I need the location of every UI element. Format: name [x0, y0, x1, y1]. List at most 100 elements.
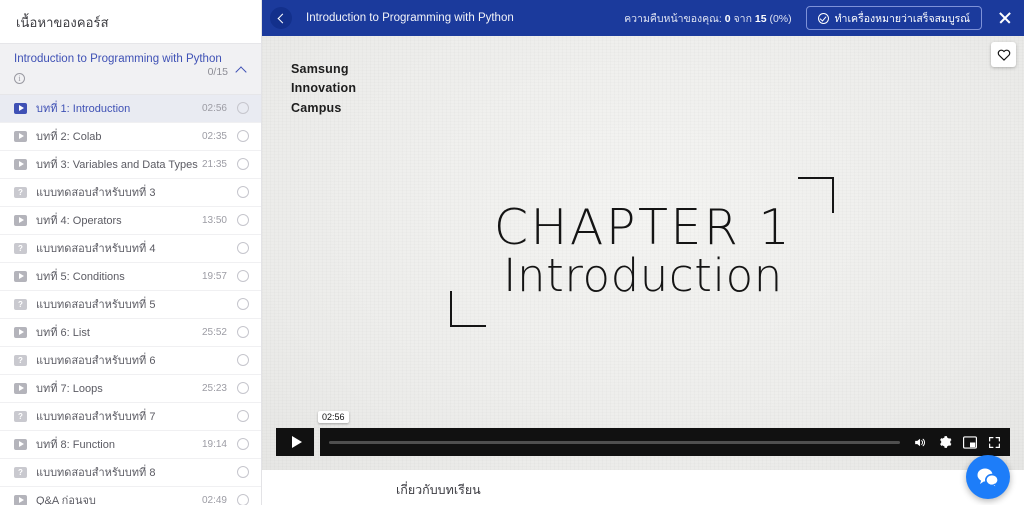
lesson-duration: 13:50: [201, 214, 227, 226]
lesson-list-item[interactable]: บทที่ 8: Function 19:14: [0, 431, 261, 459]
lesson-list-item[interactable]: ? แบบทดสอบสำหรับบทที่ 6: [0, 347, 261, 375]
slide-inner: CHAPTER 1 Introduction: [449, 177, 835, 328]
lesson-completion-toggle[interactable]: [237, 242, 249, 255]
lesson-duration: 19:57: [201, 270, 227, 282]
control-icon-group: [912, 435, 1001, 449]
progress-prefix: ความคืบหน้าของคุณ:: [624, 12, 722, 25]
lesson-completion-toggle[interactable]: [237, 438, 249, 451]
lesson-list-item[interactable]: ? แบบทดสอบสำหรับบทที่ 5: [0, 291, 261, 319]
logo-line-2: Innovation: [291, 81, 357, 96]
lesson-list-item[interactable]: ? แบบทดสอบสำหรับบทที่ 3: [0, 179, 261, 207]
lesson-duration: 02:35: [201, 130, 227, 142]
progress-status: ความคืบหน้าของคุณ: 0 จาก 15 (0%): [624, 10, 792, 27]
chevron-up-icon[interactable]: [236, 64, 249, 77]
progress-bar-container[interactable]: 02:56: [318, 411, 1010, 456]
lesson-label: Q&A ก่อนจบ: [36, 495, 96, 505]
chat-widget-button[interactable]: [966, 455, 1010, 499]
lesson-list: บทที่ 1: Introduction 02:56 บทที่ 2: Colab…: [0, 94, 261, 505]
video-seek-bar[interactable]: [329, 440, 900, 444]
lesson-completion-toggle[interactable]: [237, 270, 249, 283]
favorite-button[interactable]: [991, 42, 1016, 67]
progress-middle: จาก: [733, 12, 752, 25]
lesson-list-item[interactable]: บทที่ 1: Introduction 02:56: [0, 94, 261, 123]
play-icon[interactable]: [276, 428, 314, 456]
lesson-list-item[interactable]: บทที่ 6: List 25:52: [0, 319, 261, 347]
video-icon: [14, 382, 27, 394]
lesson-label: บทที่ 3: Variables and Data Types: [36, 159, 198, 172]
check-circle-icon: [817, 12, 829, 24]
info-icon[interactable]: i: [14, 72, 25, 84]
progress-total: 15: [754, 12, 767, 25]
lesson-list-item[interactable]: Q&A ก่อนจบ 02:49: [0, 487, 261, 505]
lesson-completion-toggle[interactable]: [237, 326, 249, 339]
lesson-list-item[interactable]: บทที่ 7: Loops 25:23: [0, 375, 261, 403]
logo-line-1: Samsung: [291, 62, 349, 76]
video-icon: [14, 494, 27, 505]
course-section-progress: 0/15: [207, 66, 228, 78]
video-player[interactable]: Samsung Innovation Campus CHAPTER 1 Intr…: [262, 36, 1024, 470]
lesson-completion-toggle[interactable]: [237, 158, 249, 171]
lesson-label: แบบทดสอบสำหรับบทที่ 8: [36, 467, 156, 480]
lesson-completion-toggle[interactable]: [237, 298, 249, 311]
lesson-label: แบบทดสอบสำหรับบทที่ 5: [36, 299, 156, 312]
lesson-label: แบบทดสอบสำหรับบทที่ 7: [36, 411, 156, 424]
quiz-icon: ?: [14, 186, 27, 198]
video-icon: [14, 214, 27, 226]
lesson-completion-toggle[interactable]: [237, 214, 249, 227]
lesson-list-item[interactable]: ? แบบทดสอบสำหรับบทที่ 8: [0, 459, 261, 487]
course-content-sidebar: เนื้อหาของคอร์ส Introduction to Programm…: [0, 0, 262, 505]
lesson-list-item[interactable]: ? แบบทดสอบสำหรับบทที่ 7: [0, 403, 261, 431]
volume-icon[interactable]: [912, 436, 927, 449]
video-icon: [14, 102, 27, 114]
lesson-duration: 25:23: [201, 382, 227, 394]
video-icon: [14, 158, 27, 170]
lesson-label: บทที่ 8: Function: [36, 439, 115, 452]
lesson-duration: 02:56: [201, 102, 227, 114]
lesson-completion-toggle[interactable]: [237, 186, 249, 199]
lesson-duration: 02:49: [201, 494, 227, 505]
lesson-label: บทที่ 4: Operators: [36, 215, 122, 228]
slide-content: CHAPTER 1 Introduction: [262, 177, 1024, 328]
samsung-innovation-campus-logo: Samsung Innovation Campus: [291, 60, 356, 118]
player-topbar: Introduction to Programming with Python …: [262, 0, 1024, 36]
chat-bubble-icon: [977, 468, 999, 488]
lesson-list-item[interactable]: บทที่ 2: Colab 02:35: [0, 123, 261, 151]
course-section-header[interactable]: Introduction to Programming with Python …: [0, 43, 261, 95]
lesson-completion-toggle[interactable]: [237, 382, 249, 395]
logo-line-3: Campus: [291, 100, 342, 115]
mark-as-complete-label: ทำเครื่องหมายว่าเสร็จสมบูรณ์: [834, 12, 970, 25]
slide-subtitle: Introduction: [503, 248, 783, 302]
mark-as-complete-button[interactable]: ทำเครื่องหมายว่าเสร็จสมบูรณ์: [805, 6, 982, 30]
slide-title: CHAPTER 1: [493, 199, 793, 256]
video-icon: [14, 438, 27, 450]
lesson-completion-toggle[interactable]: [237, 130, 249, 143]
quiz-icon: ?: [14, 410, 27, 422]
lesson-list-item[interactable]: บทที่ 4: Operators 13:50: [0, 207, 261, 235]
course-section-title: Introduction to Programming with Python: [14, 53, 222, 65]
chevron-left-icon[interactable]: [270, 7, 292, 29]
lesson-list-item[interactable]: บทที่ 3: Variables and Data Types 21:35: [0, 151, 261, 179]
below-player-section: เกี่ยวกับบทเรียน: [262, 470, 1024, 505]
quiz-icon: ?: [14, 466, 27, 478]
lesson-completion-toggle[interactable]: [237, 354, 249, 367]
video-controls: 02:56: [276, 411, 1010, 456]
course-player-page: เนื้อหาของคอร์ส Introduction to Programm…: [0, 0, 1024, 505]
time-tooltip: 02:56: [318, 411, 349, 423]
corner-bracket-bottom-left-icon: [449, 291, 486, 328]
lesson-duration: 21:35: [201, 158, 227, 170]
close-icon[interactable]: [996, 9, 1014, 27]
heart-icon: [997, 49, 1010, 61]
picture-in-picture-icon[interactable]: [963, 435, 977, 449]
lesson-label: บทที่ 5: Conditions: [36, 271, 125, 284]
lesson-list-item[interactable]: บทที่ 5: Conditions 19:57: [0, 263, 261, 291]
gear-icon[interactable]: [938, 435, 952, 449]
lesson-completion-toggle[interactable]: [237, 102, 249, 115]
lesson-list-item[interactable]: ? แบบทดสอบสำหรับบทที่ 4: [0, 235, 261, 263]
quiz-icon: ?: [14, 354, 27, 366]
lesson-completion-toggle[interactable]: [237, 466, 249, 479]
lesson-completion-toggle[interactable]: [237, 410, 249, 423]
lesson-label: แบบทดสอบสำหรับบทที่ 3: [36, 187, 156, 200]
lesson-label: แบบทดสอบสำหรับบทที่ 6: [36, 355, 156, 368]
fullscreen-icon[interactable]: [988, 436, 1001, 449]
lesson-completion-toggle[interactable]: [237, 494, 249, 505]
